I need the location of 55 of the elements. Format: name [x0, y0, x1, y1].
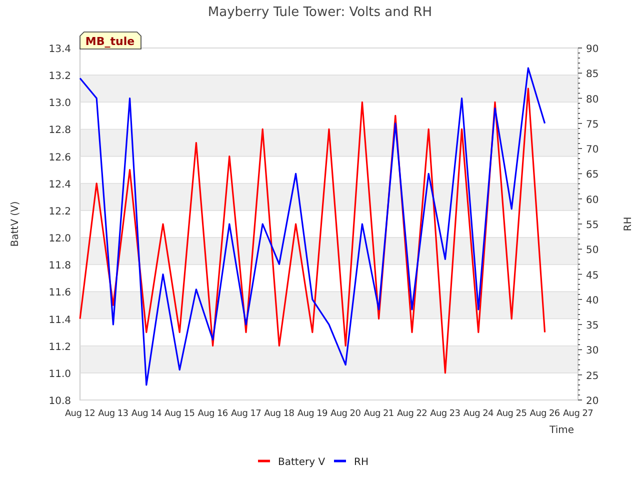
x-tick-label: Aug 12	[64, 409, 96, 419]
y2-tick-label: 75	[586, 119, 599, 130]
x-tick-label: Aug 18	[264, 409, 294, 419]
y-tick-label: 11.0	[48, 368, 71, 380]
legend-entry: Battery V	[258, 457, 326, 468]
legend-label: RH	[354, 457, 368, 468]
y2-tick-label: 40	[586, 295, 599, 306]
y-tick-label: 11.6	[48, 288, 71, 299]
x-tick-label: Aug 16	[198, 409, 228, 419]
x-tick-label: Aug 14	[131, 409, 162, 419]
legend-label: Battery V	[278, 457, 326, 468]
y-tick-label: 11.2	[48, 342, 71, 353]
y-tick-label: 12.4	[48, 179, 71, 190]
y-tick-label: 13.4	[48, 44, 71, 55]
y-tick-label: 10.8	[48, 396, 71, 407]
y2-tick-label: 35	[586, 320, 599, 332]
x-tick-label: Aug 27	[562, 409, 594, 419]
y2-tick-label: 20	[586, 396, 599, 407]
x-tick-label: Aug 23	[430, 409, 460, 419]
y-tick-label: 12.8	[48, 125, 71, 136]
station-label: MB_tule	[80, 32, 142, 50]
y2-tick-label: 25	[586, 370, 599, 382]
x-tick-label: Aug 20	[330, 409, 361, 419]
y2-tick-label: 90	[586, 44, 599, 55]
y2-tick-label: 80	[586, 94, 599, 106]
y-tick-label: 13.2	[48, 71, 71, 82]
y-tick-label: 11.8	[48, 260, 71, 272]
y2-tick-label: 55	[586, 220, 599, 231]
y-tick-label: 11.4	[48, 314, 71, 326]
y2-tick-label: 70	[586, 144, 599, 156]
chart-title: Mayberry Tule Tower: Volts and RH	[208, 5, 432, 20]
y-tick-label: 12.0	[48, 234, 71, 245]
x-tick-label: Aug 26	[530, 409, 560, 419]
y2-tick-label: 50	[586, 245, 599, 256]
y-tick-label: 13.0	[48, 98, 71, 110]
y2-axis-title: RH	[623, 216, 634, 232]
y2-tick-label: 60	[586, 194, 599, 206]
annotation: MB_tule	[85, 35, 135, 48]
y2-tick-label: 85	[586, 69, 599, 80]
y-tick-label: 12.6	[48, 152, 71, 164]
y-axis-title: BattV (V)	[10, 201, 21, 247]
x-tick-label: Aug 25	[496, 409, 527, 419]
x-tick-label: Aug 21	[364, 409, 394, 419]
x-tick-label: Aug 24	[463, 409, 494, 419]
x-tick-label: Aug 19	[297, 409, 328, 419]
y-tick-label: 12.2	[48, 206, 71, 218]
x-tick-label: Aug 22	[396, 409, 428, 419]
legend-entry: RH	[334, 457, 368, 468]
x-axis-title: Time	[550, 425, 574, 436]
x-tick-label: Aug 13	[98, 409, 128, 419]
y2-tick-label: 30	[586, 346, 599, 357]
y2-tick-label: 45	[586, 270, 599, 282]
x-tick-label: Aug 17	[230, 409, 262, 419]
x-tick-label: Aug 15	[164, 409, 195, 419]
y2-tick-label: 65	[586, 170, 599, 181]
